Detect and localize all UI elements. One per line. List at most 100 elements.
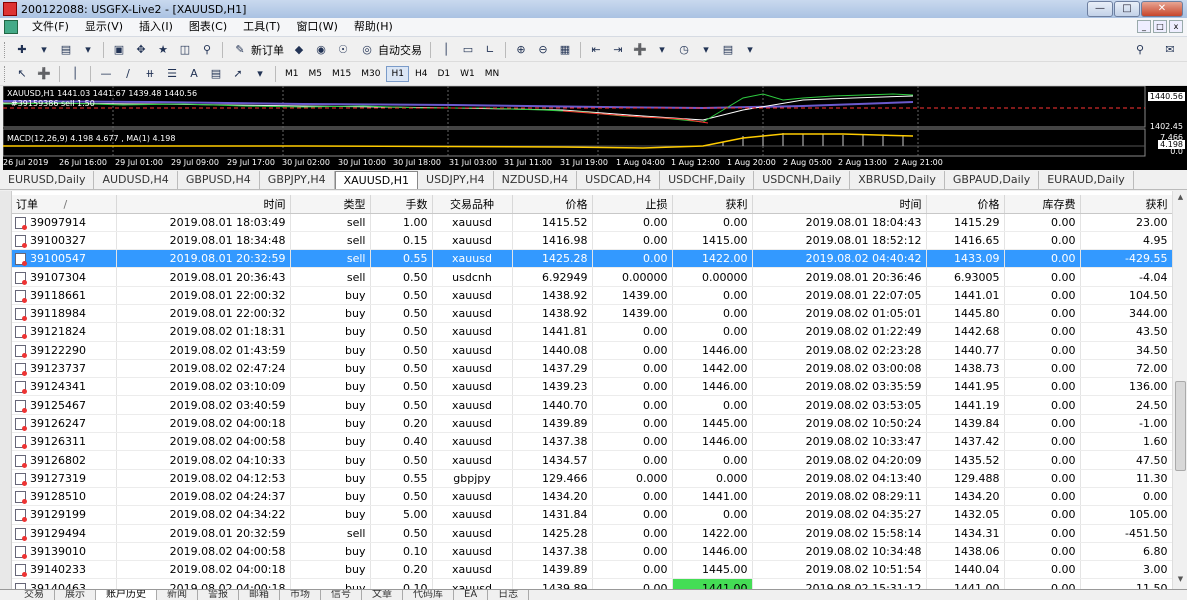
zoom-in-icon[interactable]: ⊕ bbox=[512, 41, 530, 59]
text-label-icon[interactable]: ▤ bbox=[207, 65, 225, 83]
menu-window[interactable]: 窗口(W) bbox=[288, 18, 345, 36]
timeframe-m1[interactable]: M1 bbox=[281, 67, 303, 81]
table-row[interactable]: 39122290 2019.08.02 01:43:59 buy 0.50 xauusd… bbox=[12, 341, 1172, 360]
timeframe-mn[interactable]: MN bbox=[481, 67, 504, 81]
tab-usdcad-h4[interactable]: USDCAD,H4 bbox=[577, 171, 661, 189]
candlestick-icon[interactable]: ▭ bbox=[459, 41, 477, 59]
toolbar-grip[interactable] bbox=[4, 65, 7, 82]
table-row[interactable]: 39129199 2019.08.02 04:34:22 buy 5.00 xauusd… bbox=[12, 505, 1172, 525]
menu-insert[interactable]: 插入(I) bbox=[131, 18, 181, 36]
tab-usdchf-daily[interactable]: USDCHF,Daily bbox=[660, 171, 755, 189]
dropdown-arrow-icon[interactable]: ▾ bbox=[653, 41, 671, 59]
table-row[interactable]: 39097914 2019.08.01 18:03:49 sell 1.00 xauus… bbox=[12, 213, 1172, 232]
tab-audusd-h4[interactable]: AUDUSD,H4 bbox=[94, 171, 178, 189]
timeframe-w1[interactable]: W1 bbox=[456, 67, 479, 81]
tab-eurusd-daily[interactable]: EURUSD,Daily bbox=[0, 171, 95, 189]
table-row[interactable]: 39140233 2019.08.02 04:00:18 buy 0.20 xauusd… bbox=[12, 560, 1172, 580]
equidistant-channel-icon[interactable]: ⧺ bbox=[141, 65, 159, 83]
timeframe-m15[interactable]: M15 bbox=[328, 67, 355, 81]
table-row[interactable]: 39123737 2019.08.02 02:47:24 buy 0.50 xauusd… bbox=[12, 359, 1172, 379]
tab-gbpusd-h4[interactable]: GBPUSD,H4 bbox=[178, 171, 260, 189]
toolbar-grip[interactable] bbox=[4, 41, 7, 58]
table-row[interactable]: 39128510 2019.08.02 04:24:37 buy 0.50 xauusd… bbox=[12, 487, 1172, 507]
tab-gbpjpy-h4[interactable]: GBPJPY,H4 bbox=[260, 171, 335, 189]
menu-help[interactable]: 帮助(H) bbox=[346, 18, 401, 36]
bar-chart-icon[interactable]: │ bbox=[437, 41, 455, 59]
tab-alerts[interactable]: 警报 bbox=[198, 590, 239, 600]
vertical-line-icon[interactable]: │ bbox=[66, 65, 84, 83]
scrollbar-thumb[interactable] bbox=[1175, 381, 1186, 471]
templates-icon[interactable]: ▤ bbox=[719, 41, 737, 59]
timeframe-m30[interactable]: M30 bbox=[357, 67, 384, 81]
dropdown-arrow-icon[interactable]: ▾ bbox=[251, 65, 269, 83]
table-row[interactable]: 39100327 2019.08.01 18:34:48 sell 0.15 xauus… bbox=[12, 231, 1172, 251]
tab-xauusd-h1[interactable]: XAUUSD,H1 bbox=[334, 171, 419, 189]
table-row[interactable]: 39127319 2019.08.02 04:12:53 buy 0.55 gbpjpy… bbox=[12, 469, 1172, 488]
timeframe-h1[interactable]: H1 bbox=[386, 65, 409, 82]
mdi-restore-button[interactable]: □ bbox=[1153, 20, 1167, 33]
dropdown-arrow-icon[interactable]: ▾ bbox=[697, 41, 715, 59]
periods-icon[interactable]: ◷ bbox=[675, 41, 693, 59]
tab-gbpaud-daily[interactable]: GBPAUD,Daily bbox=[945, 171, 1040, 189]
strategy-tester-icon[interactable]: ⚲ bbox=[198, 41, 216, 59]
table-row[interactable]: 39100547 2019.08.01 20:32:59 sell 0.55 xauus… bbox=[12, 249, 1172, 269]
trendline-icon[interactable]: ∕ bbox=[119, 65, 137, 83]
tab-articles[interactable]: 文章 bbox=[362, 590, 403, 600]
zoom-out-icon[interactable]: ⊖ bbox=[534, 41, 552, 59]
table-row[interactable]: 39107304 2019.08.01 20:36:43 sell 0.50 usdcn… bbox=[12, 267, 1172, 287]
column-header-symbol[interactable]: 交易品种 bbox=[432, 195, 513, 214]
column-header-stop-loss[interactable]: 止损 bbox=[592, 195, 673, 214]
tab-experts[interactable]: EA bbox=[454, 590, 489, 600]
indicators-icon[interactable]: ➕ bbox=[631, 41, 649, 59]
vps-icon[interactable]: ☉ bbox=[334, 41, 352, 59]
search-icon[interactable]: ⚲ bbox=[1131, 41, 1149, 59]
line-chart-icon[interactable]: ∟ bbox=[481, 41, 499, 59]
column-header-take-profit[interactable]: 获利 bbox=[672, 195, 753, 214]
vertical-scrollbar[interactable]: ▲ ▼ bbox=[1172, 191, 1187, 589]
column-header-lots[interactable]: 手数 bbox=[370, 195, 433, 214]
scroll-down-icon[interactable]: ▼ bbox=[1175, 575, 1186, 587]
column-header-swap[interactable]: 库存费 bbox=[1004, 195, 1081, 214]
column-header-profit[interactable]: 获利 bbox=[1080, 195, 1172, 214]
table-row[interactable]: 39126802 2019.08.02 04:10:33 buy 0.50 xauusd… bbox=[12, 450, 1172, 470]
tab-usdjpy-h4[interactable]: USDJPY,H4 bbox=[418, 171, 494, 189]
metaeditor-icon[interactable]: ◆ bbox=[290, 41, 308, 59]
new-chart-icon[interactable]: ✚ bbox=[13, 41, 31, 59]
tab-market[interactable]: 市场 bbox=[280, 590, 321, 600]
column-header-close-price[interactable]: 价格 bbox=[926, 195, 1005, 214]
tab-news[interactable]: 新闻 bbox=[157, 590, 198, 600]
menu-tools[interactable]: 工具(T) bbox=[235, 18, 288, 36]
mdi-close-button[interactable]: x bbox=[1169, 20, 1183, 33]
column-header-open-time[interactable]: 时间 bbox=[116, 195, 291, 214]
menu-charts[interactable]: 图表(C) bbox=[181, 18, 235, 36]
table-row[interactable]: 39129494 2019.08.01 20:32:59 sell 0.50 xauus… bbox=[12, 524, 1172, 543]
table-row[interactable]: 39118984 2019.08.01 22:00:32 buy 0.50 xauusd… bbox=[12, 304, 1172, 324]
column-header-open-price[interactable]: 价格 bbox=[512, 195, 593, 214]
crosshair-icon[interactable]: ➕ bbox=[35, 65, 53, 83]
timeframe-d1[interactable]: D1 bbox=[433, 67, 454, 81]
table-row[interactable]: 39139010 2019.08.02 04:00:58 buy 0.10 xauusd… bbox=[12, 542, 1172, 562]
market-watch-icon[interactable]: ▣ bbox=[110, 41, 128, 59]
timeframe-h4[interactable]: H4 bbox=[411, 67, 432, 81]
tile-windows-icon[interactable]: ▦ bbox=[556, 41, 574, 59]
table-row[interactable]: 39124341 2019.08.02 03:10:09 buy 0.50 xauusd… bbox=[12, 377, 1172, 397]
column-header-close-time[interactable]: 时间 bbox=[752, 195, 927, 214]
tab-code-base[interactable]: 代码库 bbox=[403, 590, 454, 600]
dropdown-arrow-icon[interactable]: ▾ bbox=[35, 41, 53, 59]
table-row[interactable]: 39121824 2019.08.02 01:18:31 buy 0.50 xauusd… bbox=[12, 322, 1172, 342]
tab-exposure[interactable]: 展示 bbox=[55, 590, 96, 600]
horizontal-line-icon[interactable]: — bbox=[97, 65, 115, 83]
tab-signals[interactable]: 信号 bbox=[321, 590, 362, 600]
mdi-minimize-button[interactable]: _ bbox=[1137, 20, 1151, 33]
table-row[interactable]: 39126311 2019.08.02 04:00:58 buy 0.40 xauusd… bbox=[12, 432, 1172, 452]
fibonacci-icon[interactable]: ☰ bbox=[163, 65, 181, 83]
chat-icon[interactable]: ✉ bbox=[1161, 41, 1179, 59]
table-row[interactable]: 39140463 2019.08.02 04:00:18 buy 0.10 xauusd… bbox=[12, 578, 1172, 589]
new-order-button[interactable]: ✎ 新订单 bbox=[227, 41, 288, 59]
tab-trade[interactable]: 交易 bbox=[14, 590, 55, 600]
timeframe-m5[interactable]: M5 bbox=[305, 67, 327, 81]
tab-nzdusd-h4[interactable]: NZDUSD,H4 bbox=[494, 171, 578, 189]
minimize-button[interactable]: — bbox=[1087, 1, 1113, 17]
auto-scroll-icon[interactable]: ⇤ bbox=[587, 41, 605, 59]
data-window-icon[interactable]: ✥ bbox=[132, 41, 150, 59]
